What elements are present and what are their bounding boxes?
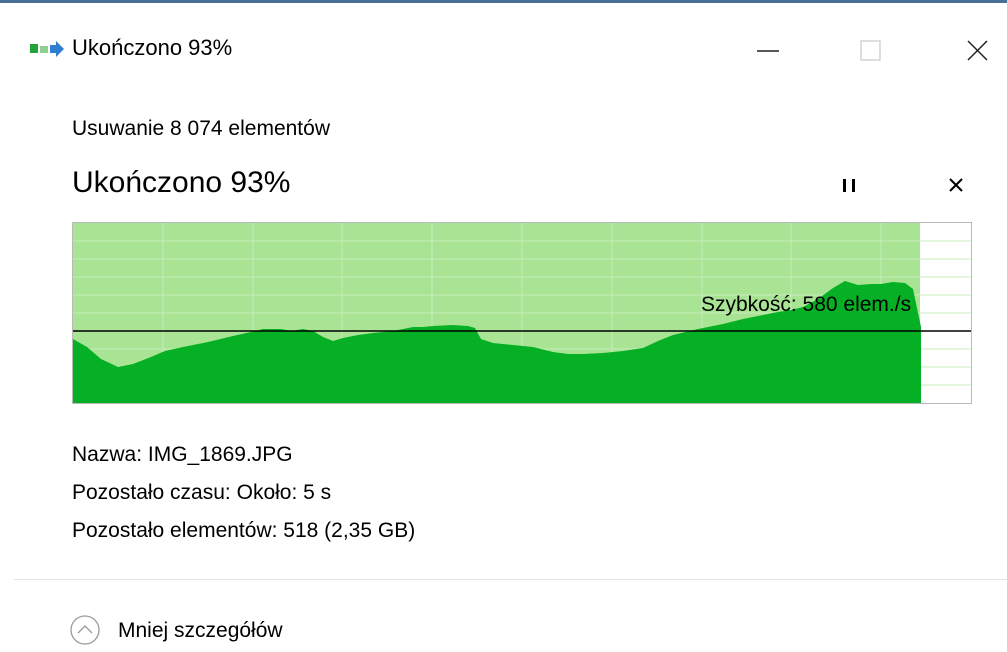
cancel-operation-button[interactable] — [936, 170, 976, 200]
minimize-icon — [757, 50, 779, 52]
maximize-icon — [860, 40, 881, 61]
progress-status: Ukończono 93% — [72, 166, 291, 199]
window-title: Ukończono 93% — [72, 35, 233, 60]
detail-name-row: Nazwa: IMG_1869.JPG — [72, 436, 415, 474]
chevron-up-circle-icon — [70, 615, 100, 645]
file-operation-icon — [30, 39, 66, 61]
detail-items-label: Pozostało elementów: — [72, 519, 278, 542]
cancel-icon — [949, 178, 963, 192]
title-bar[interactable]: Ukończono 93% — [0, 3, 1007, 87]
less-details-label: Mniej szczegółów — [118, 619, 283, 642]
detail-time-row: Pozostało czasu: Około: 5 s — [72, 474, 415, 512]
minimize-button[interactable] — [748, 31, 788, 71]
detail-items-row: Pozostało elementów: 518 (2,35 GB) — [72, 512, 415, 550]
close-icon — [967, 40, 988, 61]
detail-items-value: 518 (2,35 GB) — [283, 519, 416, 542]
maximize-button[interactable] — [850, 31, 890, 71]
detail-time-value: Około: 5 s — [236, 481, 332, 504]
operation-description: Usuwanie 8 074 elementów — [72, 117, 330, 140]
speed-label: Szybkość: 580 elem./s — [701, 293, 912, 316]
pause-button[interactable] — [830, 170, 870, 200]
detail-time-label: Pozostało czasu: — [72, 481, 231, 504]
detail-name-label: Nazwa: — [72, 443, 143, 466]
detail-name-value: IMG_1869.JPG — [147, 443, 293, 466]
details-panel: Nazwa: IMG_1869.JPG Pozostało czasu: Oko… — [72, 436, 415, 550]
footer-divider — [14, 579, 1007, 580]
close-button[interactable] — [958, 31, 998, 71]
pause-icon — [843, 179, 855, 192]
